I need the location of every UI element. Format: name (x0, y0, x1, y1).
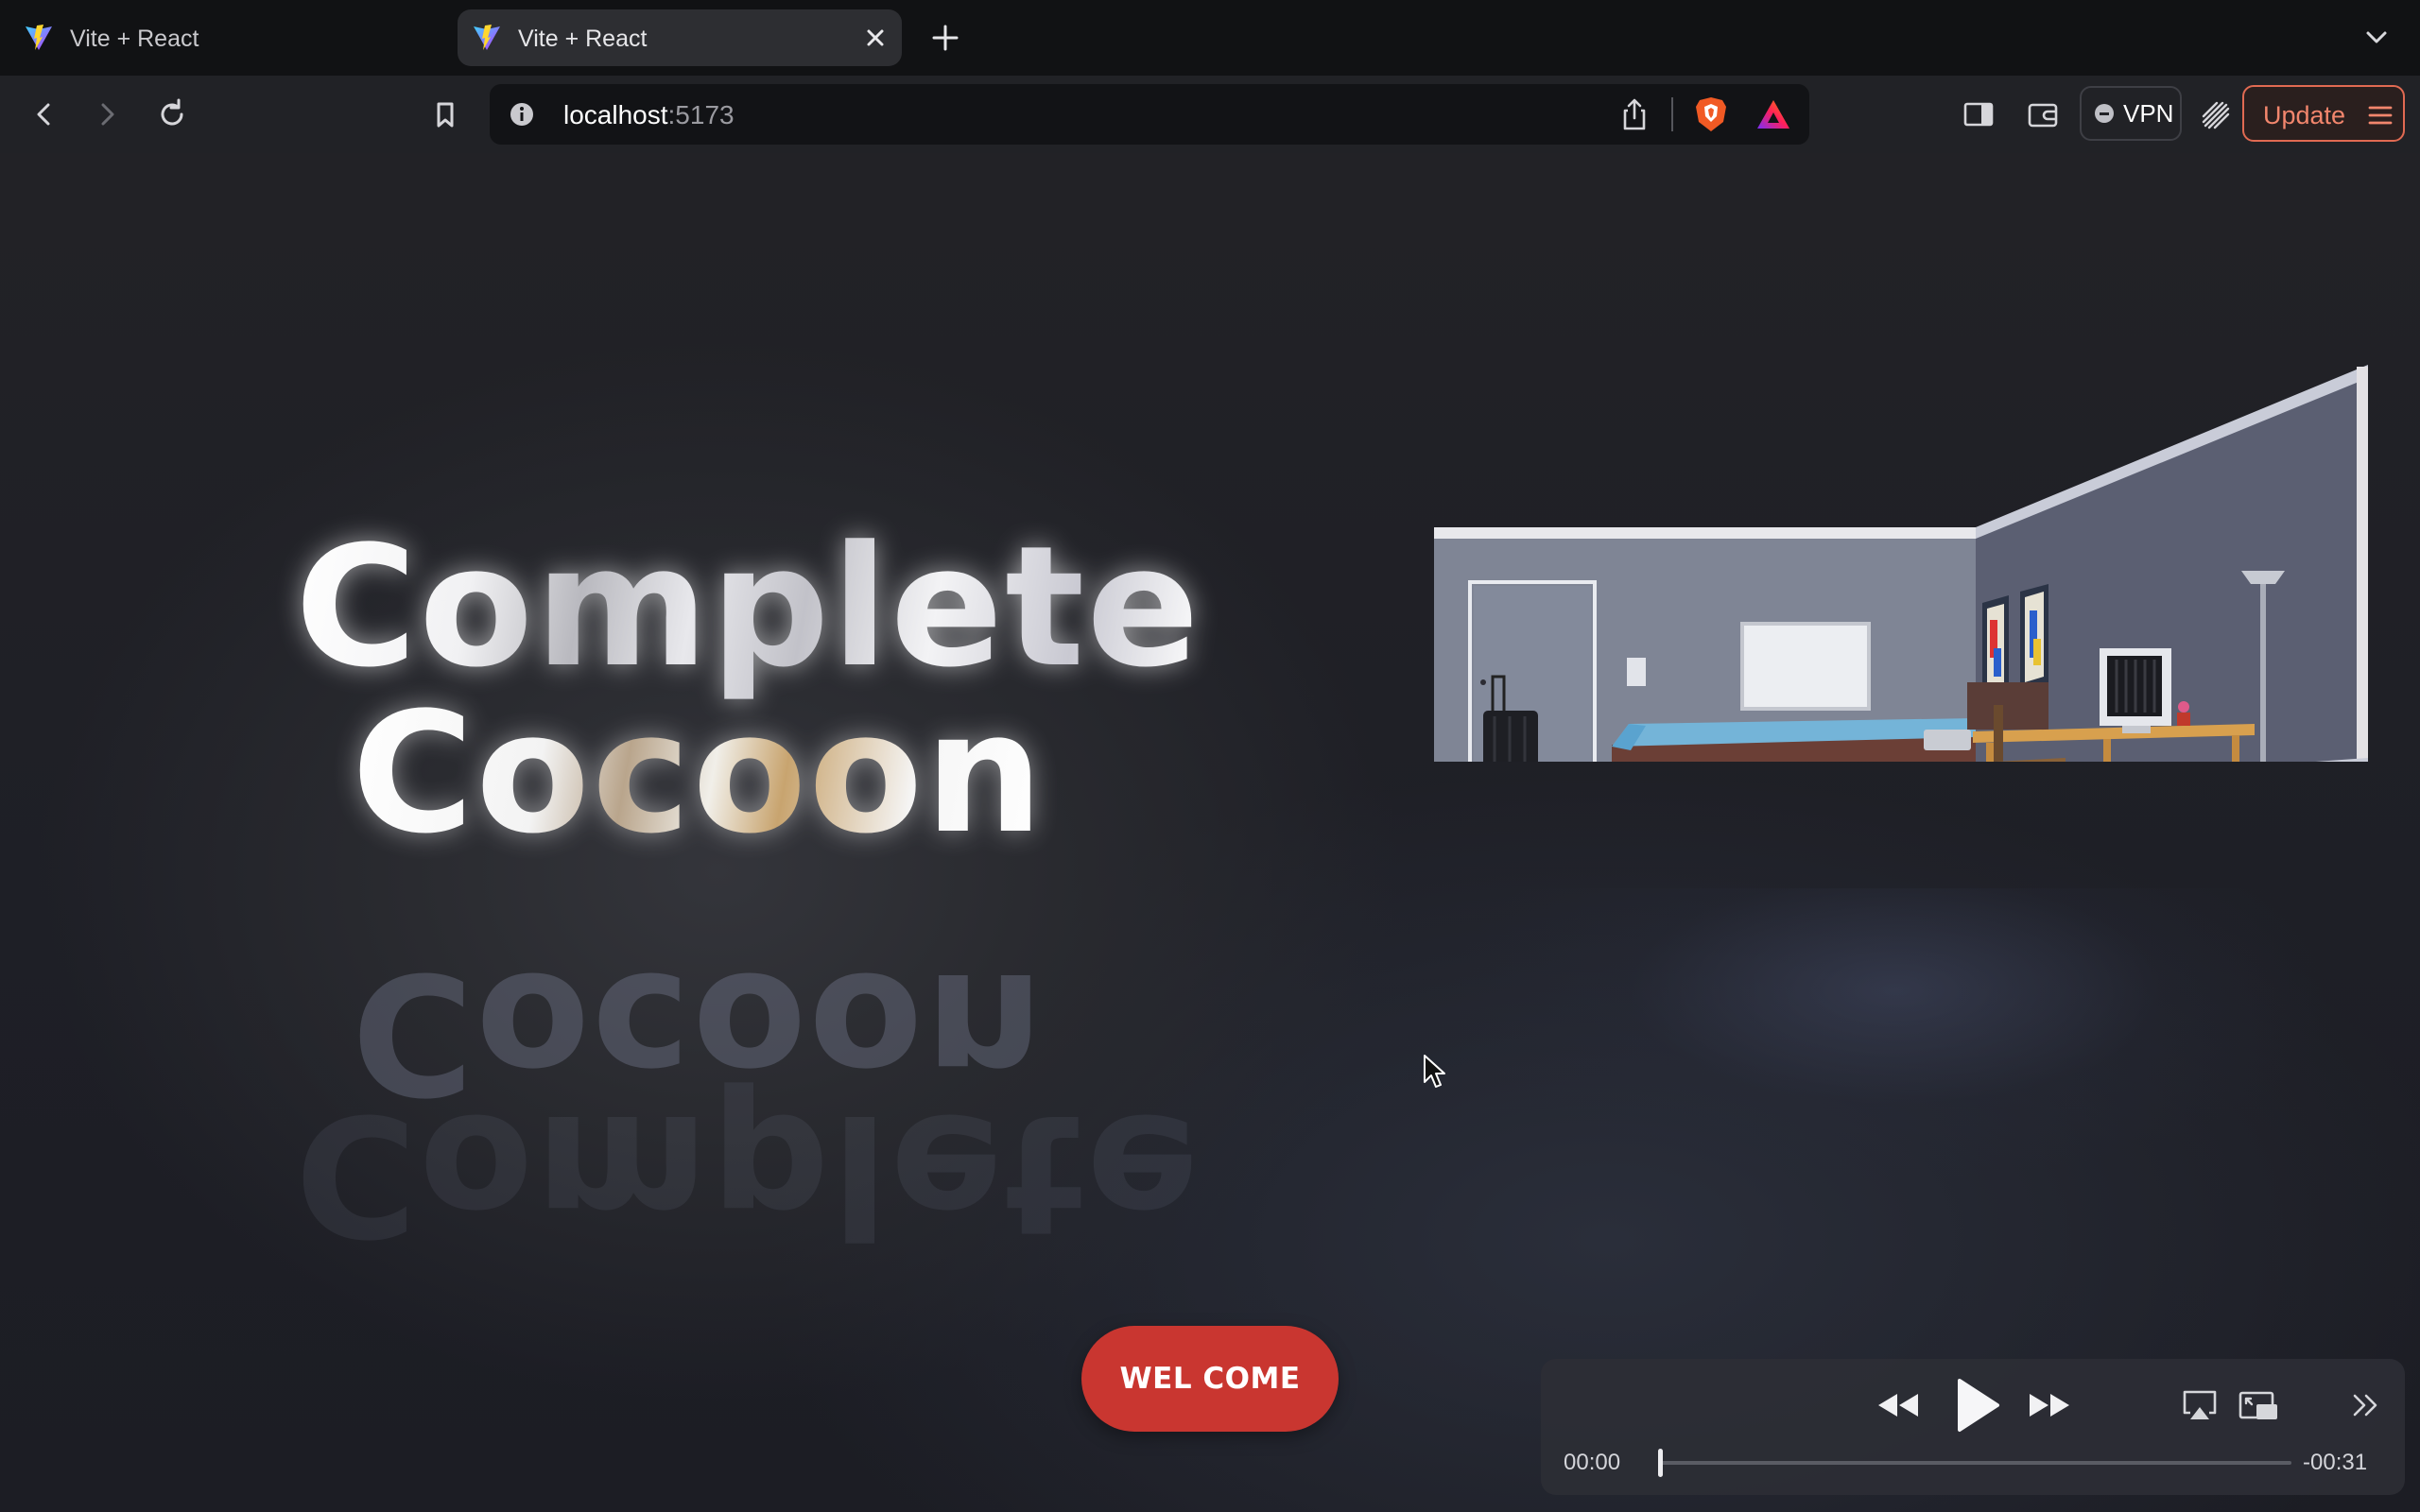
picture-in-picture-icon (2238, 1391, 2277, 1419)
striped-sphere-icon (2202, 101, 2230, 129)
fast-forward-button[interactable] (2023, 1383, 2076, 1427)
fast-forward-icon (2030, 1394, 2069, 1417)
rewind-button[interactable] (1872, 1383, 1925, 1427)
vpn-label: VPN (2123, 98, 2174, 128)
welcome-button-label: WEL COME (1119, 1362, 1301, 1396)
hero-reflection-line2: Cocoon (352, 936, 1046, 1129)
mouse-cursor-icon (1424, 1055, 1445, 1088)
sidebar-toggle-button[interactable] (1957, 93, 2000, 136)
hero-section: Complete Cocoon Complete Cocoon (0, 0, 1399, 1271)
video-remaining-time: -00:31 (2303, 1450, 2368, 1475)
video-progress-track[interactable] (1660, 1461, 2291, 1465)
video-scrubber-handle[interactable] (1658, 1449, 1663, 1477)
double-chevron-right-icon (2353, 1394, 2377, 1417)
hamburger-menu-icon (2368, 106, 2393, 125)
wallet-icon (2028, 103, 2058, 128)
vpn-button[interactable]: VPN (2080, 86, 2182, 141)
update-menu-button[interactable]: Update (2242, 85, 2405, 142)
hero-title-line2: Cocoon (352, 677, 1046, 870)
airplay-icon (2183, 1390, 2217, 1419)
video-current-time: 00:00 (1564, 1450, 1621, 1475)
rewind-icon (1878, 1394, 1918, 1417)
urlbar-divider (1671, 97, 1673, 131)
update-label: Update (2263, 101, 2346, 129)
3d-bedroom-scene (1434, 365, 2368, 762)
play-icon (1958, 1379, 1999, 1432)
video-player-controls: 00:00 -00:31 (1541, 1359, 2405, 1495)
play-button[interactable] (1945, 1376, 2004, 1435)
leo-ai-button[interactable] (2193, 93, 2237, 136)
more-controls-button[interactable] (2346, 1385, 2386, 1425)
tab-list-chevron-down-icon[interactable] (2360, 21, 2394, 55)
share-icon[interactable] (1618, 97, 1651, 131)
vpn-status-icon (2095, 104, 2114, 123)
wallet-button[interactable] (2021, 93, 2065, 136)
brave-rewards-triangle-icon[interactable] (1754, 97, 1792, 131)
airplay-button[interactable] (2180, 1385, 2220, 1425)
welcome-button[interactable]: WEL COME (1081, 1326, 1339, 1432)
brave-shields-icon[interactable] (1694, 95, 1728, 133)
sidebar-panel-icon (1963, 102, 1994, 127)
hero-title-line1: Complete (295, 510, 1201, 704)
room-floor-reflection (1432, 888, 2359, 1228)
picture-in-picture-button[interactable] (2237, 1385, 2280, 1425)
